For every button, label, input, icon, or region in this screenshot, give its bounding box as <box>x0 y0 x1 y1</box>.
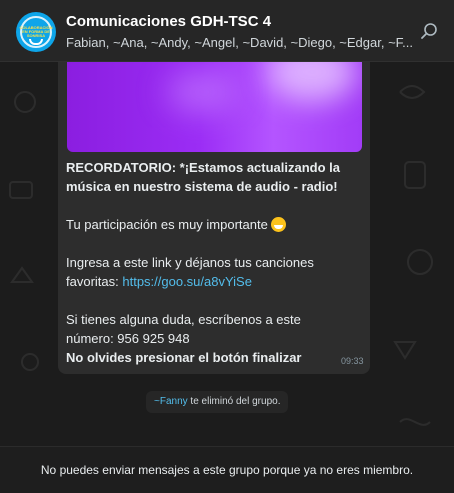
image-highlight <box>267 62 357 102</box>
message-text: RECORDATORIO: *¡Estamos actualizando la … <box>66 158 364 367</box>
group-members[interactable]: Fabian, ~Ana, ~Andy, ~Angel, ~David, ~Di… <box>66 35 438 50</box>
group-avatar[interactable]: COLABORACIÓN EN FORMA DE SONRISA <box>16 12 56 52</box>
group-title[interactable]: Comunicaciones GDH-TSC 4 <box>66 13 271 30</box>
message-line: RECORDATORIO: *¡Estamos actualizando la <box>66 160 341 175</box>
message-bubble[interactable]: RECORDATORIO: *¡Estamos actualizando la … <box>58 62 370 374</box>
message-line: No olvides presionar el botón finalizar <box>66 350 302 365</box>
grinning-face-emoji <box>271 217 287 232</box>
avatar-logo-text: COLABORACIÓN EN FORMA DE SONRISA <box>19 25 53 38</box>
message-line: Tu participación es muy importante <box>66 215 364 234</box>
message-line: número: 956 925 948 <box>66 331 190 346</box>
message-link[interactable]: https://goo.su/a8vYiSe <box>122 274 252 289</box>
message-line: música en nuestro sistema de audio - rad… <box>66 179 338 194</box>
message-line: Ingresa a este link y déjanos tus cancio… <box>66 255 314 270</box>
message-timestamp: 09:33 <box>341 356 364 366</box>
composer-disabled-notice: No puedes enviar mensajes a este grupo p… <box>0 446 454 493</box>
message-list[interactable]: RECORDATORIO: *¡Estamos actualizando la … <box>0 62 454 446</box>
chat-header[interactable]: COLABORACIÓN EN FORMA DE SONRISA Comunic… <box>0 0 454 62</box>
search-icon[interactable] <box>420 22 438 40</box>
message-line-text: Tu participación es muy importante <box>66 217 268 232</box>
message-line: favoritas: https://goo.su/a8vYiSe <box>66 272 364 291</box>
image-highlight <box>167 72 237 112</box>
system-notice-text: te eliminó del grupo. <box>187 396 281 407</box>
message-image[interactable] <box>67 62 362 152</box>
message-line-text: favoritas: <box>66 274 123 289</box>
message-line: Si tienes alguna duda, escríbenos a este <box>66 312 301 327</box>
system-notice: ~Fanny te eliminó del grupo. <box>146 391 289 413</box>
system-notice-actor[interactable]: ~Fanny <box>154 396 188 407</box>
